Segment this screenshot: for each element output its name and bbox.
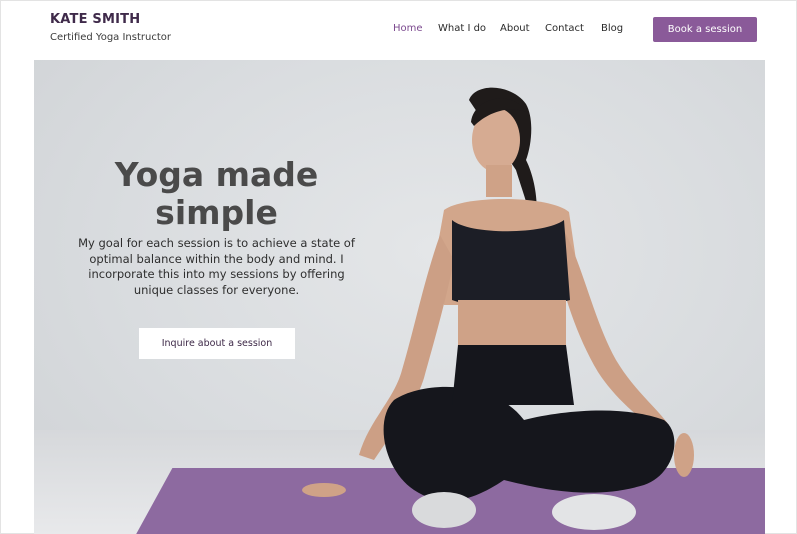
nav-what-i-do[interactable]: What I do — [438, 23, 486, 34]
page-frame: KATE SMITH Certified Yoga Instructor Hom… — [0, 0, 797, 534]
hero-description: My goal for each session is to achieve a… — [78, 236, 355, 297]
site-header: KATE SMITH Certified Yoga Instructor Hom… — [1, 1, 796, 59]
nav-blog[interactable]: Blog — [601, 23, 623, 34]
book-session-button[interactable]: Book a session — [653, 17, 757, 42]
hero-title-line-1: Yoga made — [114, 155, 319, 194]
nav-contact[interactable]: Contact — [545, 23, 584, 34]
brand-name[interactable]: KATE SMITH — [50, 12, 140, 27]
hero-section: Yoga made simple My goal for each sessio… — [34, 60, 765, 534]
brand-tagline: Certified Yoga Instructor — [50, 32, 171, 43]
hero-title: Yoga made simple — [74, 156, 359, 232]
inquire-session-button[interactable]: Inquire about a session — [139, 328, 295, 359]
nav-about[interactable]: About — [500, 23, 530, 34]
nav-home[interactable]: Home — [393, 23, 423, 34]
hero-title-line-2: simple — [155, 193, 278, 232]
hero-copy: Yoga made simple My goal for each sessio… — [74, 156, 359, 298]
